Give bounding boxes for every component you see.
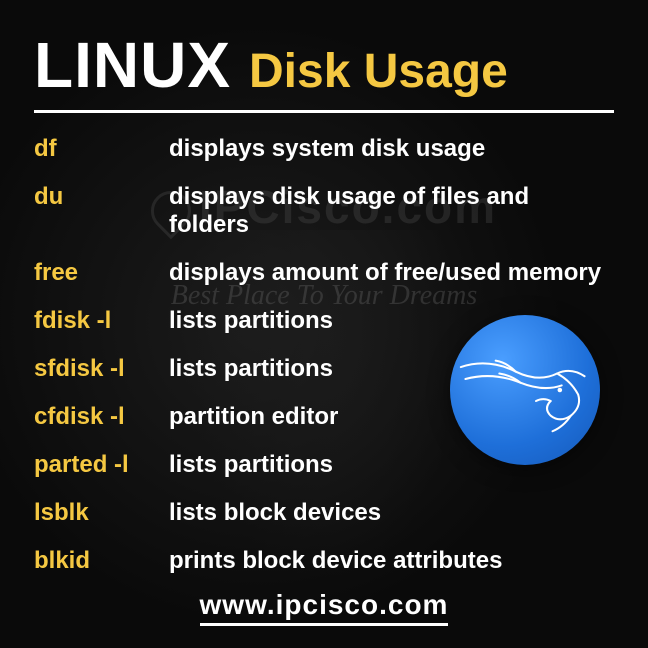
command-desc: displays disk usage of files and folders [169, 183, 614, 239]
command-desc: prints block device attributes [169, 547, 502, 575]
command-row: blkid prints block device attributes [34, 547, 614, 575]
command-name: cfdisk -l [34, 403, 169, 431]
footer-underline: www.ipcisco.com [200, 589, 449, 626]
command-name: free [34, 259, 169, 287]
dragon-circle [450, 315, 600, 465]
command-desc: displays amount of free/used memory [169, 259, 601, 287]
title-sub: Disk Usage [249, 44, 508, 99]
command-desc: lists partitions [169, 307, 333, 335]
command-name: du [34, 183, 169, 211]
command-desc: lists block devices [169, 499, 381, 527]
title-main: LINUX [34, 28, 231, 102]
header-divider [34, 110, 614, 113]
command-name: fdisk -l [34, 307, 169, 335]
command-name: blkid [34, 547, 169, 575]
page-footer: www.ipcisco.com [0, 589, 648, 626]
footer-url: www.ipcisco.com [200, 589, 449, 620]
page-header: LINUX Disk Usage [34, 28, 614, 102]
command-name: lsblk [34, 499, 169, 527]
command-row: du displays disk usage of files and fold… [34, 183, 614, 239]
command-row: free displays amount of free/used memory [34, 259, 614, 287]
command-row: df displays system disk usage [34, 135, 614, 163]
command-name: df [34, 135, 169, 163]
command-desc: displays system disk usage [169, 135, 485, 163]
kali-dragon-badge [450, 315, 600, 465]
dragon-icon [450, 335, 600, 445]
command-row: lsblk lists block devices [34, 499, 614, 527]
command-desc: lists partitions [169, 355, 333, 383]
command-desc: partition editor [169, 403, 338, 431]
command-name: sfdisk -l [34, 355, 169, 383]
command-name: parted -l [34, 451, 169, 479]
command-desc: lists partitions [169, 451, 333, 479]
